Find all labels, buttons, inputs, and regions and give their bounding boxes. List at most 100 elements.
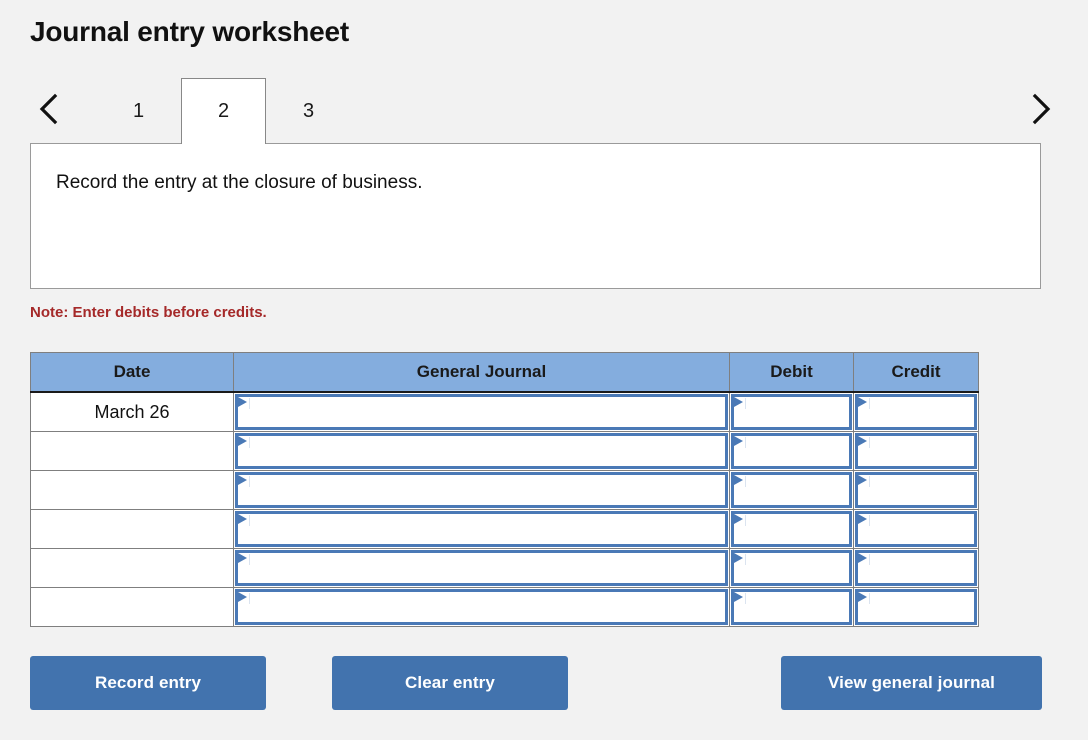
debit-input[interactable] [731, 589, 852, 625]
credit-input[interactable] [855, 433, 977, 469]
date-cell[interactable] [30, 509, 234, 549]
debit-input-cell[interactable] [729, 587, 854, 627]
table-row [30, 470, 979, 510]
general-journal-input[interactable] [235, 550, 728, 586]
text-caret [249, 593, 250, 604]
credit-input[interactable] [855, 589, 977, 625]
general-journal-input[interactable] [235, 589, 728, 625]
date-cell[interactable] [30, 587, 234, 627]
general-journal-input-cell[interactable] [233, 431, 730, 471]
debit-input-cell[interactable] [729, 509, 854, 549]
debit-input-cell[interactable] [729, 431, 854, 471]
general-journal-input[interactable] [235, 511, 728, 547]
dropdown-triangle-icon [858, 397, 867, 407]
text-caret [869, 476, 870, 487]
text-caret [869, 437, 870, 448]
general-journal-input[interactable] [235, 394, 728, 430]
date-cell[interactable] [30, 470, 234, 510]
text-caret [745, 593, 746, 604]
general-journal-input[interactable] [235, 433, 728, 469]
chevron-right-icon [1028, 92, 1054, 126]
credit-input-cell[interactable] [853, 548, 979, 588]
clear-entry-button[interactable]: Clear entry [332, 656, 568, 710]
credit-input[interactable] [855, 550, 977, 586]
dropdown-triangle-icon [858, 592, 867, 602]
debit-input[interactable] [731, 433, 852, 469]
text-caret [869, 593, 870, 604]
previous-tab-arrow[interactable] [26, 76, 72, 142]
tab-list: 1 2 3 [96, 78, 351, 145]
table-row [30, 431, 979, 471]
general-journal-input-cell[interactable] [233, 391, 730, 432]
text-caret [249, 398, 250, 409]
date-cell[interactable] [30, 548, 234, 588]
next-tab-arrow[interactable] [1018, 76, 1064, 142]
dropdown-triangle-icon [238, 553, 247, 563]
tab-3[interactable]: 3 [266, 78, 351, 144]
credit-input[interactable] [855, 511, 977, 547]
column-header-date: Date [30, 352, 234, 393]
general-journal-input-cell[interactable] [233, 587, 730, 627]
credit-input-cell[interactable] [853, 391, 979, 432]
credit-input-cell[interactable] [853, 431, 979, 471]
debit-input[interactable] [731, 550, 852, 586]
dropdown-triangle-icon [238, 514, 247, 524]
debit-input[interactable] [731, 472, 852, 508]
dropdown-triangle-icon [858, 514, 867, 524]
dropdown-triangle-icon [858, 553, 867, 563]
column-header-general-journal: General Journal [233, 352, 730, 393]
text-caret [869, 515, 870, 526]
table-header-row: Date General Journal Debit Credit [30, 352, 979, 393]
credit-input[interactable] [855, 394, 977, 430]
text-caret [869, 554, 870, 565]
journal-entry-table: Date General Journal Debit Credit March … [30, 352, 979, 627]
dropdown-triangle-icon [858, 436, 867, 446]
record-entry-button[interactable]: Record entry [30, 656, 266, 710]
text-caret [249, 437, 250, 448]
credit-input[interactable] [855, 472, 977, 508]
dropdown-triangle-icon [238, 436, 247, 446]
tab-2[interactable]: 2 [181, 78, 266, 145]
view-general-journal-button[interactable]: View general journal [781, 656, 1042, 710]
column-header-debit: Debit [729, 352, 854, 393]
table-row: March 26 [30, 391, 979, 432]
credit-input-cell[interactable] [853, 587, 979, 627]
page-title: Journal entry worksheet [30, 16, 350, 47]
debit-input[interactable] [731, 511, 852, 547]
debit-input-cell[interactable] [729, 470, 854, 510]
text-caret [745, 437, 746, 448]
dropdown-triangle-icon [238, 475, 247, 485]
general-journal-input-cell[interactable] [233, 470, 730, 510]
text-caret [745, 398, 746, 409]
text-caret [745, 476, 746, 487]
dropdown-triangle-icon [734, 514, 743, 524]
instruction-panel: Record the entry at the closure of busin… [30, 143, 1041, 289]
table-row [30, 509, 979, 549]
general-journal-input-cell[interactable] [233, 509, 730, 549]
credit-input-cell[interactable] [853, 470, 979, 510]
tab-strip: 1 2 3 [0, 76, 1088, 145]
dropdown-triangle-icon [858, 475, 867, 485]
date-cell[interactable]: March 26 [30, 391, 234, 432]
debit-input[interactable] [731, 394, 852, 430]
general-journal-input-cell[interactable] [233, 548, 730, 588]
column-header-credit: Credit [853, 352, 979, 393]
debit-input-cell[interactable] [729, 391, 854, 432]
chevron-left-icon [36, 92, 62, 126]
dropdown-triangle-icon [734, 592, 743, 602]
dropdown-triangle-icon [734, 553, 743, 563]
tab-1-label: 1 [132, 100, 145, 122]
tab-1[interactable]: 1 [96, 78, 181, 144]
dropdown-triangle-icon [734, 436, 743, 446]
text-caret [745, 554, 746, 565]
debits-before-credits-note: Note: Enter debits before credits. [30, 304, 267, 321]
debit-input-cell[interactable] [729, 548, 854, 588]
tab-2-label: 2 [217, 100, 230, 122]
table-row [30, 548, 979, 588]
date-cell[interactable] [30, 431, 234, 471]
credit-input-cell[interactable] [853, 509, 979, 549]
table-row [30, 587, 979, 627]
text-caret [745, 515, 746, 526]
general-journal-input[interactable] [235, 472, 728, 508]
instruction-text: Record the entry at the closure of busin… [56, 172, 423, 193]
